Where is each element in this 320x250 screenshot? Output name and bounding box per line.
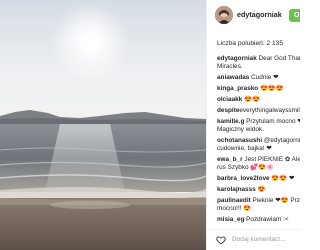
comment-text: @edytagorniak [263, 137, 300, 144]
comment-text: Pieknie ❤😍 Przytul [252, 197, 301, 204]
comment-text: 😍😍😍 [258, 85, 284, 92]
comment-username[interactable]: kamille.g [217, 118, 244, 125]
comment-text: rus Szybko 💕😍🌸 [217, 164, 275, 171]
comment-item: kamille.g Przytulam mocno ❤ Magiczny wido… [217, 118, 300, 134]
comment-username[interactable]: edytagorniak [217, 55, 257, 62]
comment-text: 😍😍 ❤ [269, 175, 295, 182]
comment-item: karolajnasss 😍 [217, 186, 300, 194]
comment-text: cudownie, bajka! ❤ [217, 145, 272, 152]
heart-icon[interactable] [216, 235, 226, 245]
comment-text: Przytulam mocno ❤ [244, 118, 300, 125]
comment-text: mocno!!! 😍 [217, 205, 252, 212]
comment-line: mocno!!! 😍 [217, 205, 300, 213]
comment-line: olciaakk 😍😍 [217, 96, 300, 104]
comment-line: despiteeverythingalwayssmile [217, 107, 300, 115]
comment-text: Miracles. [217, 63, 243, 70]
comment-line: edytagorniak Dear God Thank [217, 55, 300, 63]
comment-text: 😍 [255, 186, 266, 193]
comment-line: kamille.g Przytulam mocno ❤ [217, 118, 300, 126]
comments-list: edytagorniak Dear God ThankMiracles.ania… [217, 55, 300, 227]
comment-text: 😍😍 [242, 96, 260, 103]
comment-username[interactable]: karolajnasss [217, 186, 256, 193]
add-comment-input[interactable]: Dodaj komentarz... [232, 236, 286, 243]
comment-text: Pozdrawiam :< [244, 216, 289, 223]
comment-line: paulinaedit Pieknie ❤😍 Przytul [217, 197, 300, 205]
comment-item: ewa_b_r Jest PIEKNIE ✿ Ale c rus Szybko 💕… [217, 156, 300, 172]
comment-username[interactable]: ewa_b_r [217, 156, 243, 163]
comment-username[interactable]: paulinaedit [217, 197, 251, 204]
comment-item: barbra_love2love 😍😍 ❤ [217, 175, 300, 183]
comment-username[interactable]: barbra_love2love [217, 175, 270, 182]
comment-item: aniawadas Cudnie ❤ [217, 74, 300, 82]
comment-username[interactable]: kinga_prasko [217, 85, 258, 92]
likes-count[interactable]: Liczba polubień: 2 135 [217, 40, 283, 47]
comment-username[interactable]: misia_eg [217, 216, 244, 223]
comment-username[interactable]: aniawadas [217, 74, 249, 81]
follow-button[interactable]: Obserwuj [289, 9, 300, 22]
comment-username[interactable]: olciaakk [217, 96, 242, 103]
comment-text: everythingalwayssmile [239, 107, 300, 114]
comment-line: Miracles. [217, 63, 300, 71]
comment-item: edytagorniak Dear God ThankMiracles. [217, 55, 300, 71]
comment-line: kinga_prasko 😍😍😍 [217, 85, 300, 93]
comment-item: ochotanasushi @edytagorniakcudownie, baj… [217, 137, 300, 153]
comment-item: kinga_prasko 😍😍😍 [217, 85, 300, 93]
comment-item: olciaakk 😍😍 [217, 96, 300, 104]
comment-username[interactable]: ochotanasushi [217, 137, 262, 144]
comment-username[interactable]: despite [217, 107, 239, 114]
comment-item: misia_eg Pozdrawiam :< [217, 216, 300, 224]
comment-line: karolajnasss 😍 [217, 186, 300, 194]
comment-line: cudownie, bajka! ❤ [217, 145, 300, 153]
post-footer: Dodaj komentarz... [207, 229, 300, 250]
comment-text: Magiczny widok. [217, 126, 264, 133]
post-photo[interactable] [0, 0, 206, 250]
comment-item: despiteeverythingalwayssmile [217, 107, 300, 115]
comment-line: barbra_love2love 😍😍 ❤ [217, 175, 300, 183]
comment-line: Magiczny widok. [217, 126, 300, 134]
comment-line: ochotanasushi @edytagorniak [217, 137, 300, 145]
avatar[interactable] [215, 6, 233, 24]
comment-text: Dear God Thank [258, 55, 300, 62]
comment-text: Cudnie ❤ [249, 74, 279, 81]
comment-line: rus Szybko 💕😍🌸 [217, 164, 300, 172]
comment-line: ewa_b_r Jest PIEKNIE ✿ Ale c [217, 156, 300, 164]
post-header: edytagorniak Obserwuj [213, 4, 300, 26]
post-sidebar: edytagorniak Obserwuj Liczba polubień: 2… [206, 0, 300, 250]
comment-line: misia_eg Pozdrawiam :< [217, 216, 300, 224]
post-username[interactable]: edytagorniak [237, 10, 282, 19]
comment-item: paulinaedit Pieknie ❤😍 Przytulmocno!!! 😍 [217, 197, 300, 213]
comment-line: aniawadas Cudnie ❤ [217, 74, 300, 82]
comment-text: Jest PIEKNIE ✿ Ale c [242, 156, 300, 163]
